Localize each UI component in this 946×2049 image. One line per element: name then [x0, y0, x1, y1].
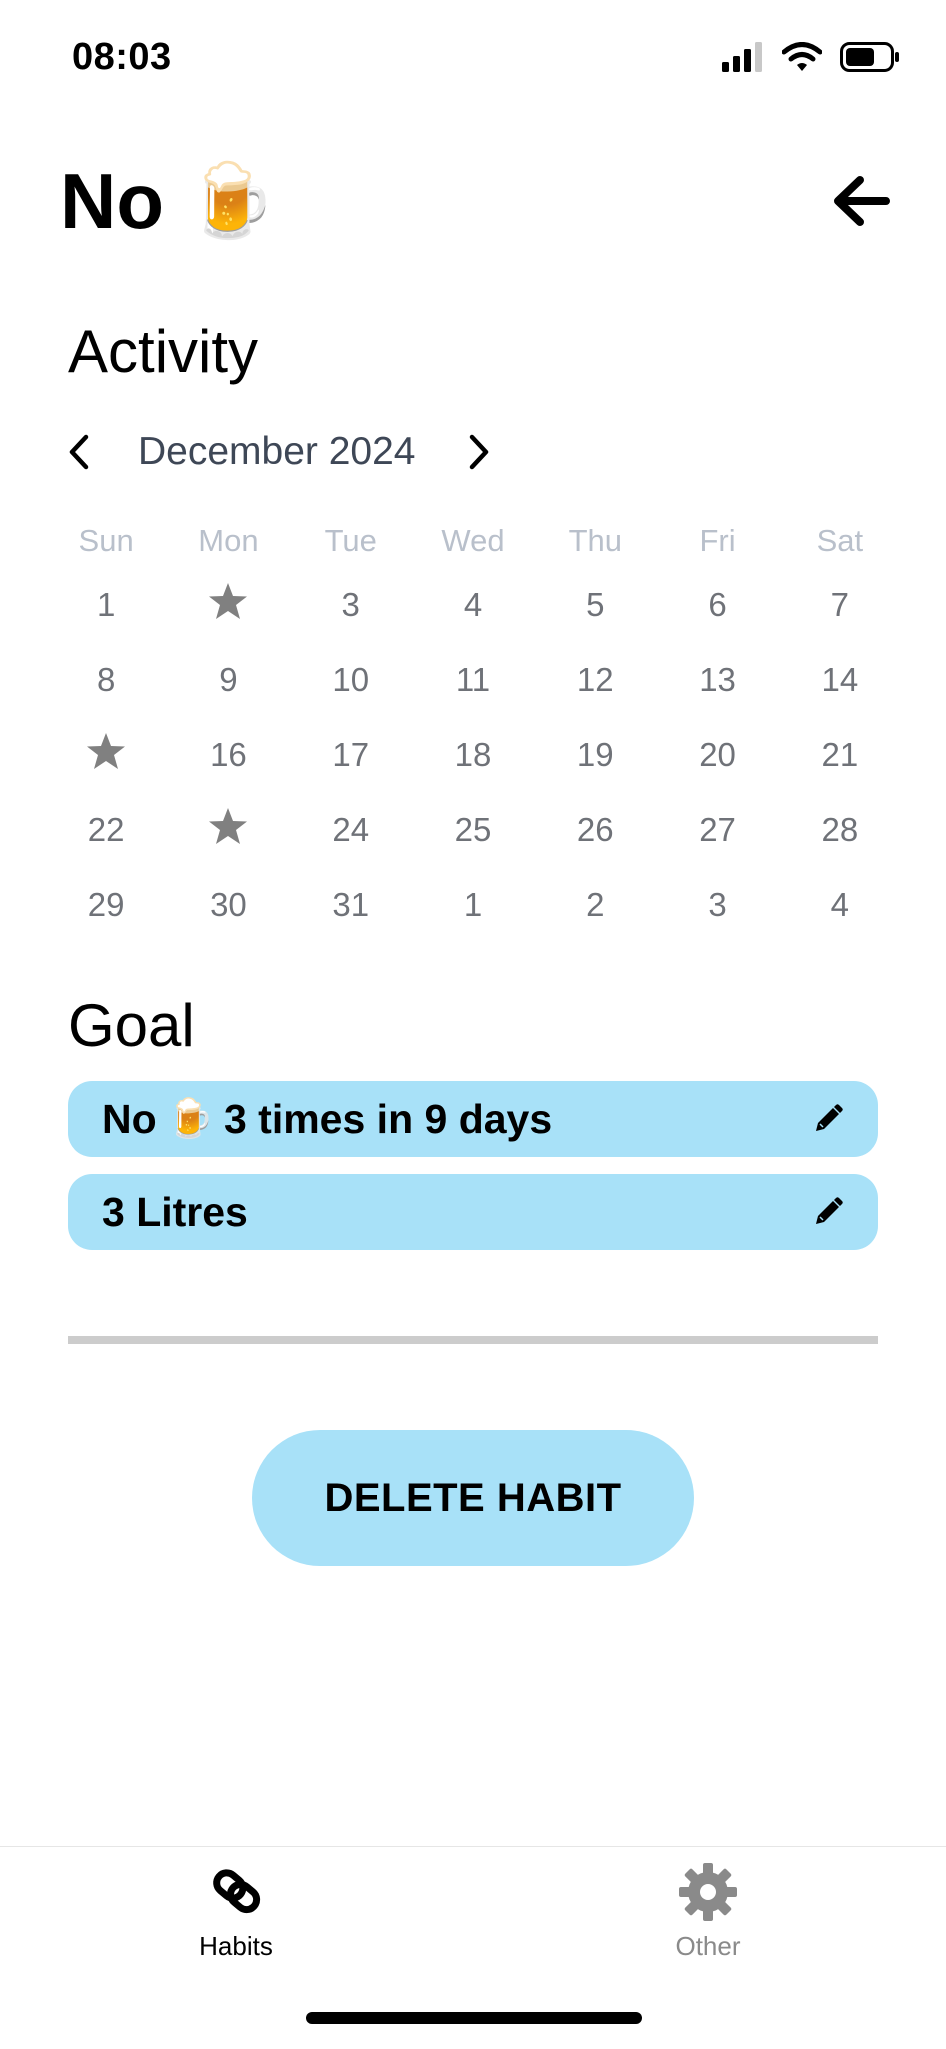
calendar-grid: Sun Mon Tue Wed Thu Fri Sat 1 3 4 5 6 7 8 9 10 11… [45, 515, 901, 942]
tab-habits[interactable]: Habits [136, 1861, 336, 1962]
calendar-day[interactable]: 1 [45, 586, 167, 624]
back-button[interactable] [830, 170, 892, 232]
goal-title: Goal [68, 992, 195, 1059]
weekday-label: Wed [441, 523, 505, 558]
star-icon [208, 806, 248, 846]
chevron-right-icon [469, 434, 489, 470]
tab-habits-label: Habits [199, 1931, 273, 1961]
previous-month-button[interactable] [62, 432, 96, 472]
beer-emoji: 🍺 [166, 1098, 214, 1140]
goal-frequency-card[interactable]: No 🍺 3 times in 9 days [68, 1081, 878, 1157]
weekday-header: Sun Mon Tue Wed Thu Fri Sat [45, 515, 901, 567]
calendar-day[interactable]: 24 [290, 811, 412, 849]
calendar-week-row: 22 24 25 26 27 28 [45, 792, 901, 867]
weekday-label: Sun [78, 523, 134, 558]
tab-other[interactable]: Other [608, 1861, 808, 1962]
calendar-day[interactable]: 6 [656, 586, 778, 624]
calendar-week-row: 1 34567 [45, 567, 901, 642]
calendar-day[interactable]: 3 [290, 586, 412, 624]
star-icon [208, 581, 248, 621]
status-time: 08:03 [72, 36, 172, 78]
gear-icon [679, 1863, 737, 1921]
calendar-day[interactable]: 11 [412, 661, 534, 699]
next-month-button[interactable] [462, 432, 496, 472]
star-icon [86, 731, 126, 771]
calendar-day[interactable]: 9 [167, 661, 289, 699]
month-label: December 2024 [138, 430, 416, 473]
calendar-day[interactable]: 19 [534, 736, 656, 774]
edit-pencil-icon[interactable] [812, 1196, 844, 1228]
weekday-label: Fri [699, 523, 736, 558]
goal-suffix: 3 times in 9 days [223, 1095, 553, 1142]
back-arrow-icon [834, 176, 890, 226]
goal-amount-text: 3 Litres [102, 1188, 248, 1235]
calendar-day[interactable]: 22 [45, 811, 167, 849]
calendar-week-row: 16 17 18 19 20 21 [45, 717, 901, 792]
calendar-day-completed[interactable] [167, 581, 289, 629]
calendar-day[interactable]: 17 [290, 736, 412, 774]
calendar-week-row: 8 9 10 11 12 13 14 [45, 642, 901, 717]
calendar-day[interactable]: 3 [656, 886, 778, 924]
goal-prefix: No [102, 1095, 157, 1142]
weekday-label: Tue [324, 523, 377, 558]
page-title: No 🍺 [60, 162, 276, 240]
calendar-day[interactable]: 13 [656, 661, 778, 699]
calendar-day[interactable]: 26 [534, 811, 656, 849]
calendar-day[interactable]: 12 [534, 661, 656, 699]
calendar-day[interactable]: 28 [779, 811, 901, 849]
calendar-day[interactable]: 2 [534, 886, 656, 924]
calendar-day[interactable]: 10 [290, 661, 412, 699]
calendar-day[interactable]: 31 [290, 886, 412, 924]
page-title-text: No [60, 157, 164, 245]
calendar-day-completed[interactable] [45, 731, 167, 779]
calendar-weeks: 1 3 4 5 6 7 8 9 10 11 12 13 14 16 17 18 19 20 21 22 24 25 26 27… [45, 567, 901, 942]
calendar-day[interactable]: 5 [534, 586, 656, 624]
weekday-label: Mon [198, 523, 259, 558]
status-icons [722, 42, 900, 72]
activity-title: Activity [68, 318, 259, 385]
weekday-label: Thu [568, 523, 622, 558]
beer-emoji: 🍺 [185, 161, 276, 241]
calendar-day[interactable]: 20 [656, 736, 778, 774]
calendar-day[interactable]: 27 [656, 811, 778, 849]
battery-icon [840, 42, 899, 72]
cellular-signal-icon [722, 42, 762, 72]
calendar-week-row: 29 30 31 1 2 3 4 [45, 867, 901, 942]
edit-pencil-icon[interactable] [812, 1103, 844, 1135]
calendar-day-completed[interactable] [167, 806, 289, 854]
calendar-day[interactable]: 16 [167, 736, 289, 774]
wifi-icon [782, 42, 822, 71]
home-indicator [306, 2012, 642, 2024]
tab-other-label: Other [675, 1931, 741, 1961]
calendar-day[interactable]: 25 [412, 811, 534, 849]
calendar-day[interactable]: 30 [167, 886, 289, 924]
calendar-day[interactable]: 4 [412, 586, 534, 624]
calendar-day[interactable]: 8 [45, 661, 167, 699]
calendar-day[interactable]: 21 [779, 736, 901, 774]
calendar-day[interactable]: 7 [779, 586, 901, 624]
goal-frequency-text: No 🍺 3 times in 9 days [102, 1096, 552, 1143]
calendar-day[interactable]: 1 [412, 886, 534, 924]
calendar-day[interactable]: 14 [779, 661, 901, 699]
goal-amount-card[interactable]: 3 Litres [68, 1174, 878, 1250]
calendar-day[interactable]: 29 [45, 886, 167, 924]
weekday-label: Sat [816, 523, 864, 558]
calendar-day[interactable]: 18 [412, 736, 534, 774]
divider [68, 1336, 878, 1344]
link-chain-icon [213, 1869, 261, 1914]
delete-habit-button[interactable]: DELETE HABIT [252, 1430, 694, 1566]
chevron-left-icon [69, 434, 89, 470]
calendar-day[interactable]: 4 [779, 886, 901, 924]
